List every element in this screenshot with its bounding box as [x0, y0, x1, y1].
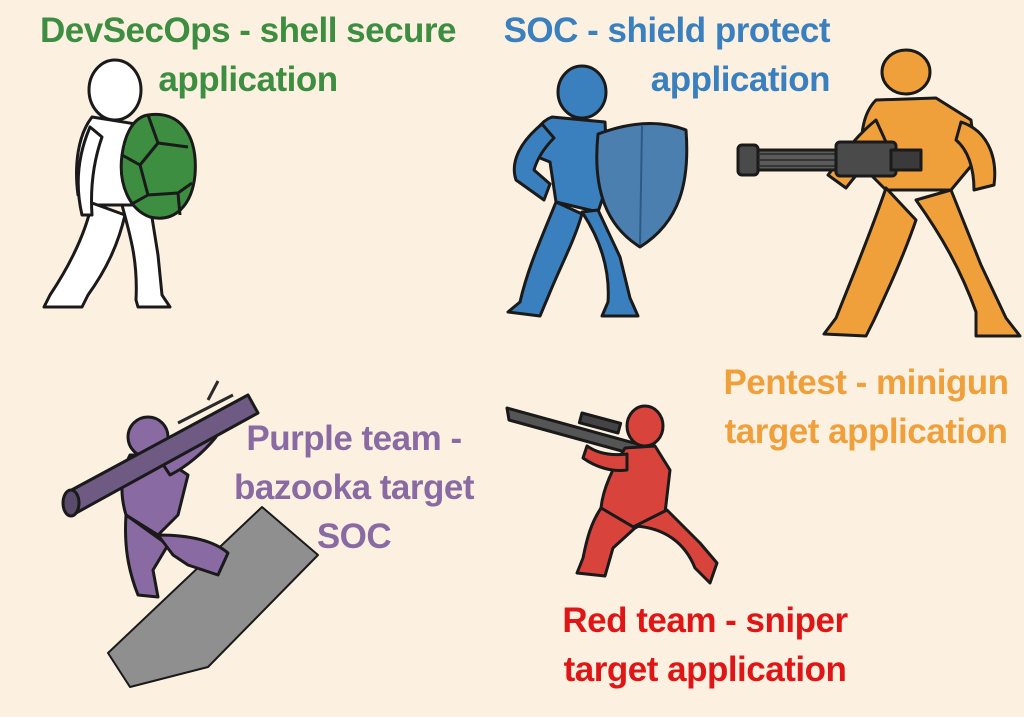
- pentest-caption-line-1: Pentest - minigun: [723, 363, 1009, 402]
- red-team-caption-line-1: Red team - sniper: [562, 601, 848, 640]
- minigun-figure-icon: [736, 48, 1022, 338]
- shield-figure-icon: [506, 64, 689, 318]
- devsecops-caption-line-1: DevSecOps - shell secure: [40, 11, 457, 50]
- sniper-figure-icon: [505, 404, 719, 585]
- pentest-body: [822, 48, 1022, 338]
- minigun: [736, 140, 923, 178]
- shield: [595, 122, 689, 249]
- soc-caption-line-1: SOC - shield protect: [503, 11, 831, 50]
- bazooka-figure-icon: [61, 380, 319, 688]
- turtle-shell: [119, 112, 197, 220]
- red-team-caption-line-2: target application: [563, 650, 847, 689]
- pentest-caption-line-2: target application: [724, 412, 1008, 451]
- pentest-caption: Pentest - minigun target application: [716, 358, 1016, 456]
- red-team-caption: Red team - sniper target application: [546, 596, 864, 694]
- turtle-shell-figure-icon: [42, 58, 197, 309]
